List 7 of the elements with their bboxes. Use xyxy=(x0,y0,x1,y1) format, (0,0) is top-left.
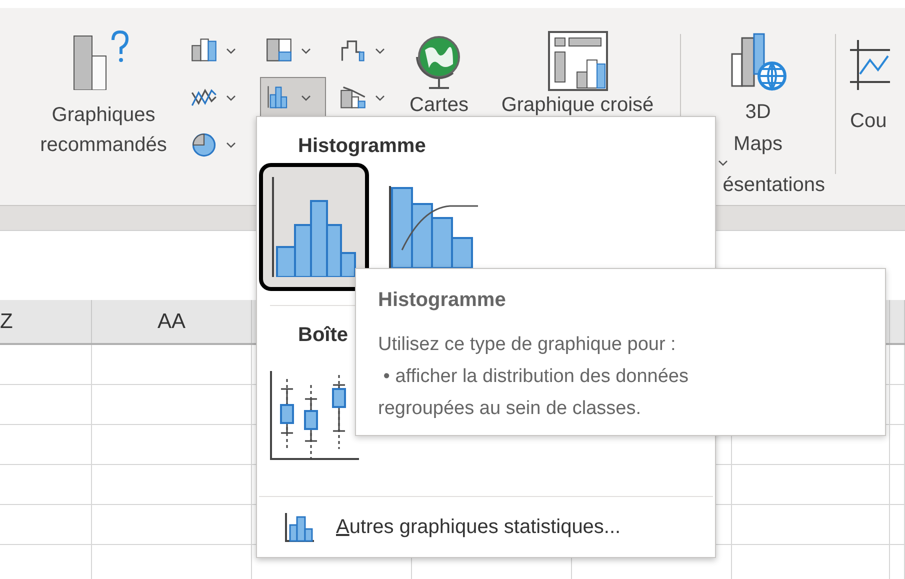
tooltip-text: regroupées au sein de classes. xyxy=(378,397,641,421)
tooltip-title: Histogramme xyxy=(378,288,507,313)
section-title: Boîte xyxy=(298,323,348,346)
section-title: Histogramme xyxy=(298,134,426,157)
group-label: ésentations xyxy=(722,173,825,198)
tooltip-text: • afficher la distribution des données xyxy=(382,365,688,389)
tooltip-text: Utilisez ce type de graphique pour : xyxy=(378,333,676,357)
